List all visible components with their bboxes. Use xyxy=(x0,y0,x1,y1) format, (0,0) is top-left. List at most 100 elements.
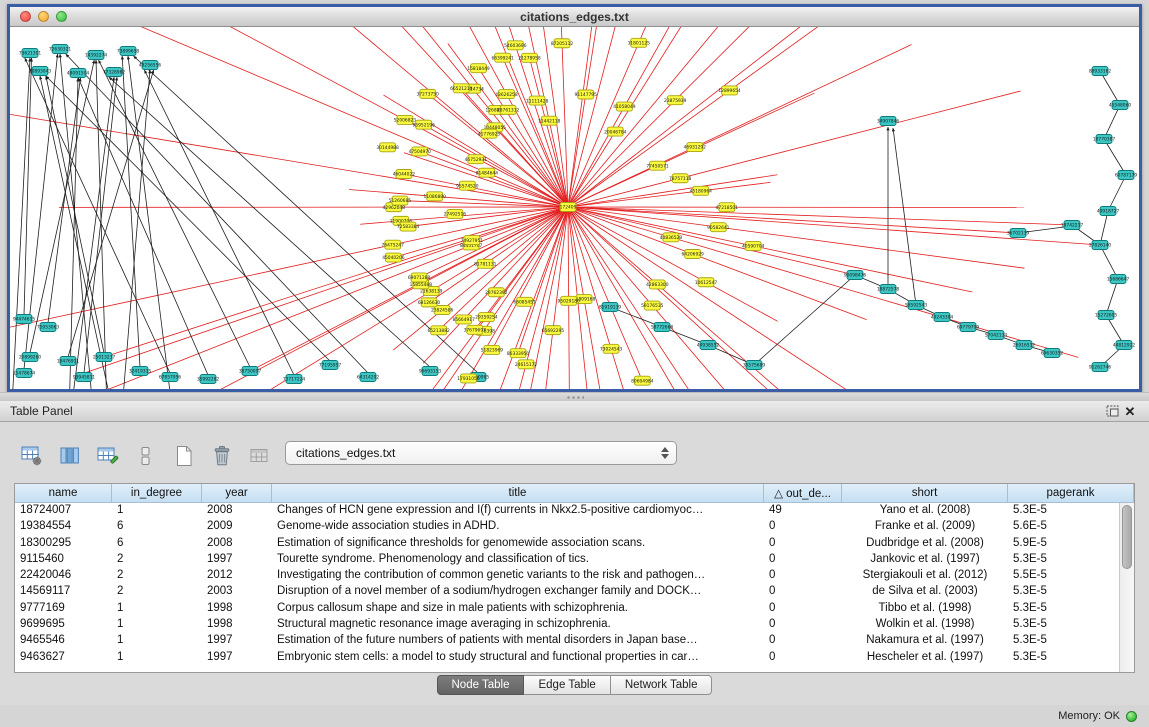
graph-node-yellow[interactable]: 86333950 xyxy=(507,349,530,358)
cell-in_degree[interactable]: 2 xyxy=(112,552,202,568)
graph-node-yellow[interactable]: 51823969 xyxy=(481,345,504,354)
table-row[interactable]: 946554611997Estimation of the future num… xyxy=(15,633,1119,649)
cell-title[interactable]: Disruption of a novel member of a sodium… xyxy=(272,584,764,600)
graph-edge[interactable] xyxy=(1104,105,1120,139)
table-row[interactable]: 1872400712008Changes of HCN gene express… xyxy=(15,503,1119,519)
graph-node-yellow[interactable]: 59176535 xyxy=(641,301,664,310)
graph-node-teal[interactable]: 88933162 xyxy=(1089,67,1112,76)
minimize-window-button[interactable] xyxy=(38,11,49,22)
cell-title[interactable]: Embryonic stem cells: a model to study s… xyxy=(272,650,764,666)
graph-node-yellow[interactable]: 90582641 xyxy=(707,223,730,232)
graph-node-teal[interactable]: 73717224 xyxy=(283,375,306,384)
graph-node-yellow[interactable]: 80604984 xyxy=(631,376,654,385)
graph-node-yellow[interactable]: 73024543 xyxy=(600,344,623,353)
graph-node-yellow[interactable]: 68126630 xyxy=(418,298,441,307)
graph-edge[interactable] xyxy=(48,78,80,323)
cell-in_degree[interactable]: 6 xyxy=(112,519,202,535)
graph-node-teal[interactable]: 15686647 xyxy=(1107,275,1130,284)
table-row[interactable]: 1830029562008Estimation of significance … xyxy=(15,536,1119,552)
vertical-scrollbar[interactable] xyxy=(1119,503,1134,672)
cell-short[interactable]: Wolkin et al. (1998) xyxy=(842,617,1008,633)
cell-short[interactable]: Hescheler et al. (1997) xyxy=(842,650,1008,666)
column-header-name[interactable]: name xyxy=(15,484,112,503)
cell-out_de[interactable]: 0 xyxy=(764,519,842,535)
graph-node-teal[interactable]: 96693153 xyxy=(419,367,442,376)
cell-out_de[interactable]: 0 xyxy=(764,568,842,584)
cell-title[interactable]: Changes of HCN gene expression and I(f) … xyxy=(272,503,764,519)
float-panel-icon[interactable] xyxy=(1103,403,1121,419)
graph-node-teal[interactable]: 73621301 xyxy=(19,49,42,58)
cell-pagerank[interactable]: 5.5E-5 xyxy=(1008,568,1119,584)
graph-edge[interactable] xyxy=(400,201,568,207)
graph-node-teal[interactable]: 91262746 xyxy=(1089,363,1112,372)
graph-edge[interactable] xyxy=(109,77,430,367)
cell-out_de[interactable]: 49 xyxy=(764,503,842,519)
graph-node-teal[interactable]: 81919139 xyxy=(599,303,622,312)
graph-node-yellow[interactable]: 29762392 xyxy=(485,288,508,297)
cell-pagerank[interactable]: 5.9E-5 xyxy=(1008,536,1119,552)
graph-edge[interactable] xyxy=(404,174,568,207)
graph-edge[interactable] xyxy=(754,275,855,365)
cell-out_de[interactable]: 0 xyxy=(764,584,842,600)
graph-edge[interactable] xyxy=(893,128,916,305)
table-row[interactable]: 969969511998Structural magnetic resonanc… xyxy=(15,617,1119,633)
cell-name[interactable]: 18724007 xyxy=(15,503,112,519)
graph-node-teal[interactable]: 18770387 xyxy=(1093,135,1116,144)
graph-node-yellow[interactable]: 21278958 xyxy=(518,53,541,62)
zoom-window-button[interactable] xyxy=(56,11,67,22)
graph-node-teal[interactable]: 48091504 xyxy=(67,69,90,78)
graph-node-teal[interactable]: 57042133 xyxy=(985,331,1008,340)
table-mode-icon[interactable] xyxy=(18,443,45,469)
graph-edge[interactable] xyxy=(568,91,1021,207)
window-titlebar[interactable]: citations_edges.txt xyxy=(10,7,1139,27)
graph-edge[interactable] xyxy=(568,27,1089,207)
cell-short[interactable]: Dudbridge et al. (2008) xyxy=(842,536,1008,552)
graph-edge[interactable] xyxy=(568,182,771,207)
graph-node-yellow[interactable]: 11442118 xyxy=(538,116,561,125)
graph-node-teal[interactable]: 64314292 xyxy=(357,373,380,382)
cell-short[interactable]: Yano et al. (2008) xyxy=(842,503,1008,519)
graph-edge[interactable] xyxy=(99,60,250,367)
graph-edge[interactable] xyxy=(144,70,294,375)
scrollbar-thumb[interactable] xyxy=(1122,505,1132,569)
graph-node-yellow[interactable]: 40836528 xyxy=(660,233,683,242)
graph-node-yellow[interactable]: 47218501 xyxy=(716,203,739,212)
cell-short[interactable]: Tibbo et al. (1998) xyxy=(842,601,1008,617)
graph-node-yellow[interactable]: 37679697 xyxy=(464,325,487,334)
graph-edge[interactable] xyxy=(568,207,972,292)
graph-edge[interactable] xyxy=(568,207,1024,268)
graph-node-yellow[interactable]: 46931292 xyxy=(684,143,707,152)
cell-title[interactable]: Corpus callosum shape and size in male p… xyxy=(272,601,764,617)
cell-year[interactable]: 2003 xyxy=(202,584,272,600)
table-selector-dropdown[interactable]: citations_edges.txt xyxy=(285,441,677,465)
cell-name[interactable]: 9777169 xyxy=(15,601,112,617)
cell-name[interactable]: 9115460 xyxy=(15,552,112,568)
graph-node-yellow[interactable]: 46752931 xyxy=(465,155,488,164)
cell-title[interactable]: Estimation of the future numbers of pati… xyxy=(272,633,764,649)
cell-name[interactable]: 18300295 xyxy=(15,536,112,552)
graph-node-yellow[interactable]: 27492516 xyxy=(444,209,467,218)
graph-node-teal[interactable]: 75953063 xyxy=(37,323,60,332)
cell-year[interactable]: 1998 xyxy=(202,617,272,633)
cell-title[interactable]: Tourette syndrome. Phenomenology and cla… xyxy=(272,552,764,568)
cell-in_degree[interactable]: 1 xyxy=(112,503,202,519)
graph-node-yellow[interactable]: 42863300 xyxy=(646,280,669,289)
graph-node-teal[interactable]: 38750097 xyxy=(239,367,262,376)
graph-node-teal[interactable]: 49918727 xyxy=(1097,207,1120,216)
cell-short[interactable]: Franke et al. (2009) xyxy=(842,519,1008,535)
graph-node-teal[interactable]: 25013237 xyxy=(93,353,116,362)
graph-edge[interactable] xyxy=(30,60,94,353)
graph-node-teal[interactable]: 44812922 xyxy=(1113,341,1136,350)
graph-node-teal[interactable]: 49243384 xyxy=(931,313,954,322)
graph-edge[interactable] xyxy=(84,77,117,373)
cell-year[interactable]: 1997 xyxy=(202,633,272,649)
cell-name[interactable]: 9463627 xyxy=(15,650,112,666)
graph-node-teal[interactable]: 34907846 xyxy=(877,117,900,126)
close-panel-icon[interactable]: ✕ xyxy=(1121,403,1139,419)
graph-node-teal[interactable]: 73899658 xyxy=(117,47,140,56)
graph-node-yellow[interactable]: 45040206 xyxy=(382,253,405,262)
graph-node-yellow[interactable]: 81781131 xyxy=(474,259,497,268)
graph-node-yellow[interactable]: 65692295 xyxy=(542,326,565,335)
close-window-button[interactable] xyxy=(20,11,31,22)
graph-node-yellow[interactable]: 87205112 xyxy=(551,39,574,48)
